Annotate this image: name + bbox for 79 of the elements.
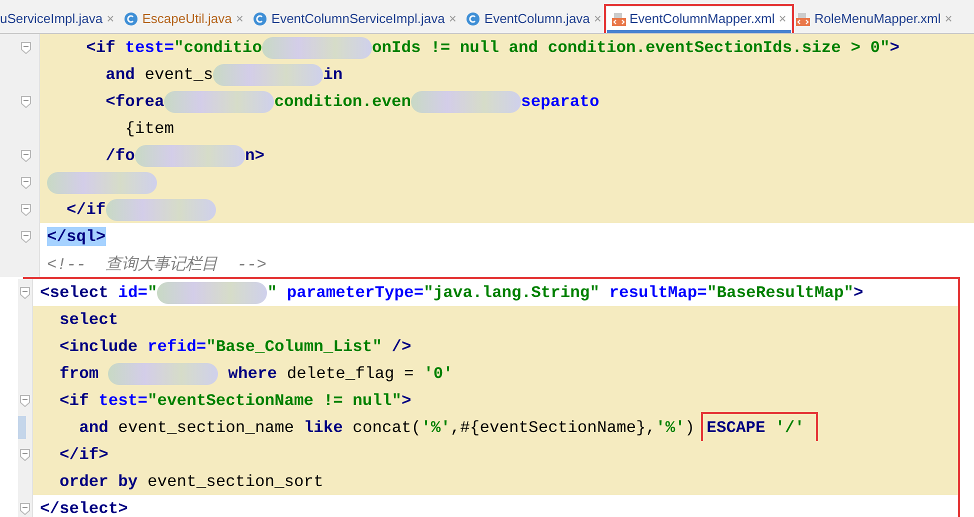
code-token: </if (66, 200, 106, 219)
code-token: separato (521, 92, 600, 111)
code-token: '%' (421, 418, 450, 437)
code-token: {item (124, 119, 174, 138)
code-token: " (267, 283, 278, 302)
editor-tab[interactable]: EventColumnMapper.xml × (606, 7, 792, 33)
code-token: test= (98, 391, 148, 410)
code-token: resultMap= (609, 283, 707, 302)
code-token: ESCAPE (706, 418, 766, 437)
code-token: "eventSectionName != null" (147, 391, 402, 410)
code-token: <include (58, 337, 139, 356)
code-token: </select> (40, 499, 128, 517)
code-token: </sql> (47, 227, 106, 246)
close-icon[interactable]: × (236, 11, 244, 26)
code-token: "BaseResultMap" (706, 283, 854, 302)
code-token: concat( (352, 418, 422, 437)
class-icon (124, 12, 138, 26)
code-token: and (78, 418, 110, 437)
code-token: "conditio (174, 38, 262, 57)
code-token: event_section_name (118, 418, 296, 437)
class-icon (253, 12, 268, 26)
code-token: "Base_Column_List" (206, 337, 383, 356)
class-icon (466, 12, 480, 26)
editor-tab[interactable]: EventColumnServiceImpl.java × (248, 7, 462, 33)
code-token: /> (392, 337, 412, 356)
code-token: in (323, 65, 343, 84)
code-token: <if (85, 38, 116, 57)
code-token: refid= (147, 337, 206, 356)
fold-marker-icon[interactable] (20, 448, 30, 460)
fold-marker-icon[interactable] (21, 176, 31, 188)
code-token: delete_flag = (286, 364, 415, 383)
code-token: id= (118, 283, 148, 302)
code-token: "java.lang.String" (424, 283, 600, 302)
close-icon[interactable]: × (448, 11, 456, 26)
code-token: > (402, 391, 412, 410)
code-token: order by (58, 472, 139, 491)
code-token: > (854, 283, 864, 302)
fold-marker-icon[interactable] (21, 42, 31, 54)
fold-marker-icon[interactable] (21, 204, 31, 216)
code-token: event_section_sort (147, 472, 324, 491)
xml-file-icon (796, 12, 810, 26)
code-token: and (104, 65, 135, 84)
code-token: condition.even (274, 92, 412, 111)
xml-file-icon (612, 12, 626, 26)
code-token: like (304, 418, 344, 437)
code-token: '%' (656, 418, 685, 437)
code-token: onIds != null and condition.eventSectionIds.size > 0" (372, 38, 890, 57)
code-comment: <!-- 查询大事记栏目 --> (47, 254, 266, 274)
code-token: <if (58, 391, 90, 410)
code-token: <forea (104, 92, 164, 111)
editor-tab[interactable]: EscapeUtil.java × (119, 7, 248, 33)
fold-marker-icon[interactable] (20, 394, 30, 406)
code-token: event_s (144, 65, 214, 84)
code-token: n> (244, 146, 264, 165)
code-token: <select (40, 283, 110, 302)
fold-marker-icon[interactable] (21, 96, 31, 108)
editor-tab[interactable]: uServiceImpl.java × (0, 7, 120, 33)
code-token: from (58, 364, 100, 383)
code-token: test= (125, 38, 174, 57)
fold-marker-icon[interactable] (20, 286, 30, 298)
close-icon[interactable]: × (106, 11, 114, 26)
close-icon[interactable]: × (944, 11, 952, 26)
fold-marker-icon[interactable] (21, 150, 31, 162)
close-icon[interactable]: × (778, 11, 786, 26)
fold-marker-icon[interactable] (20, 502, 30, 514)
code-token: '0' (424, 364, 453, 383)
code-token: </if> (58, 445, 108, 464)
fold-marker-icon[interactable] (21, 230, 31, 242)
code-token: " (147, 283, 158, 302)
editor-tab[interactable]: RoleMenuMapper.xml × (791, 7, 958, 33)
code-token: select (58, 310, 118, 329)
code-token: parameterType= (286, 283, 424, 302)
code-token: /fo (104, 146, 135, 165)
code-token: ) (684, 418, 695, 437)
code-token: '/' (775, 418, 804, 437)
code-token: where (227, 364, 278, 383)
close-icon[interactable]: × (594, 11, 602, 26)
code-token: > (890, 38, 900, 57)
code-token: ,#{eventSectionName}, (450, 418, 656, 437)
